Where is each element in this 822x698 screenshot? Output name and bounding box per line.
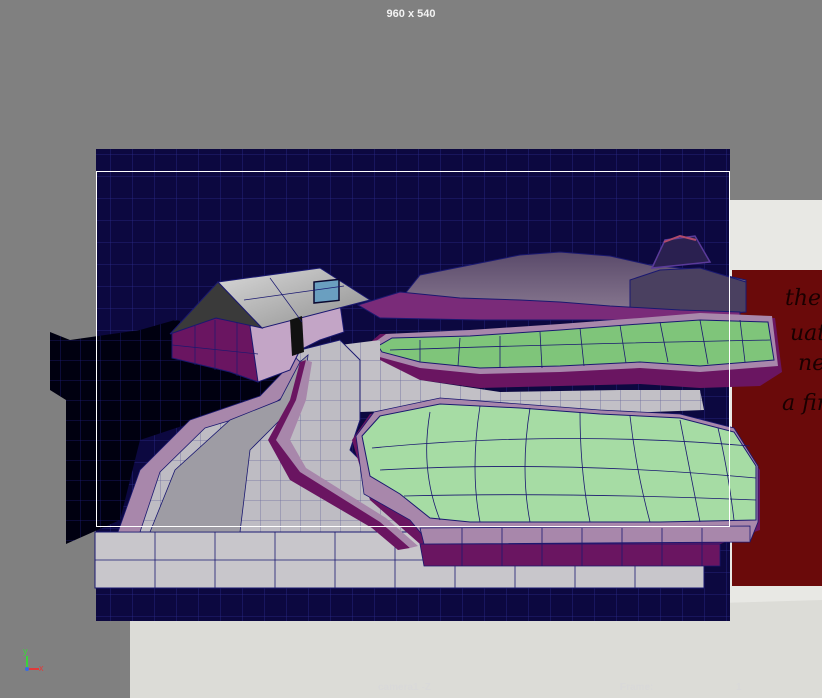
front-lawn-lilac-band (419, 525, 751, 545)
svg-text:uati: uati (790, 321, 822, 346)
svg-text:the: the (785, 286, 821, 311)
maya-viewport[interactable]: the uati ne a fing (0, 0, 822, 698)
frame-value: 1 (736, 682, 742, 693)
svg-text:a fing: a fing (782, 391, 822, 416)
axis-gizmo (25, 656, 39, 671)
axis-y-label: y (23, 646, 28, 656)
front-lawn-band (419, 543, 721, 567)
scene-canvas[interactable]: the uati ne a fing (0, 0, 822, 698)
camera-name: camera1 -Z (378, 682, 431, 693)
svg-text:ne: ne (798, 351, 822, 376)
axis-x-label: x (39, 663, 44, 673)
resolution-readout: 960 x 540 (386, 8, 436, 20)
house-window (313, 278, 340, 304)
frame-label: Frame: (620, 682, 654, 693)
